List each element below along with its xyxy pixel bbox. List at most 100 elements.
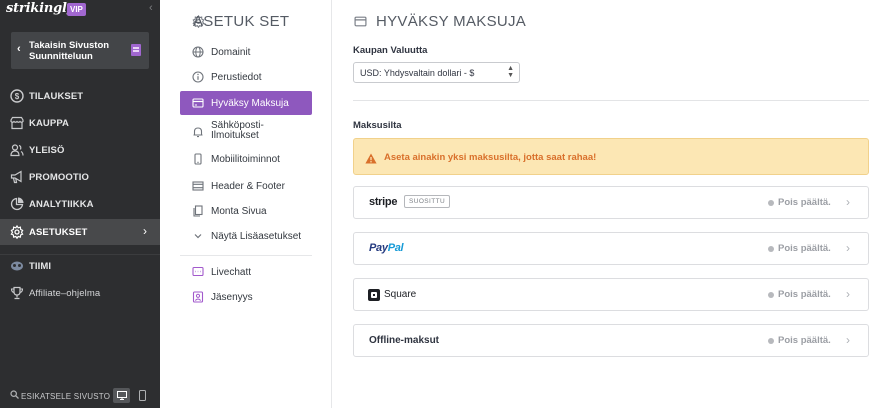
currency-select[interactable]: USD: Yhdysvaltain dollari - $ ▲ ▼ xyxy=(353,62,520,83)
settings-item-label: Hyväksy Maksuja xyxy=(211,98,289,109)
sidebar-item-label: YLEISÖ xyxy=(29,145,65,156)
status-text: Pois päältä. xyxy=(778,335,831,346)
sidebar-item-kauppa[interactable]: KAUPPA xyxy=(0,110,160,136)
sidebar-item-label: Affiliate–ohjelma xyxy=(29,288,101,299)
currency-label: Kaupan Valuutta xyxy=(353,45,428,56)
chevron-down-icon xyxy=(192,230,204,242)
chevron-right-icon: › xyxy=(846,287,850,301)
header-footer-icon xyxy=(192,180,204,192)
settings-item-label: Livechatt xyxy=(211,267,252,278)
sidebar-item-label: PROMOOTIO xyxy=(29,172,90,183)
member-icon xyxy=(192,291,204,303)
paypal-logo-part1: Pay xyxy=(369,242,388,254)
label-line-2: Ilmoitukset xyxy=(211,130,259,141)
gateways-label: Maksusilta xyxy=(353,120,402,131)
sidebar-item-analytiikka[interactable]: ANALYTIIKKA xyxy=(0,191,160,217)
sidebar-item-asetukset[interactable]: ASETUKSET › xyxy=(0,219,160,245)
sidebar-item-label: TILAUKSET xyxy=(29,91,84,102)
settings-nav: ASETUK SET Domainit Perustiedot Hyväksy … xyxy=(160,0,332,408)
sidebar-item-tiimi[interactable]: TIIMI xyxy=(0,253,160,279)
chat-icon xyxy=(192,266,204,278)
mobile-preview-icon[interactable] xyxy=(134,388,151,403)
sidebar-item-label: TIIMI xyxy=(29,261,52,272)
settings-item-label: Domainit xyxy=(211,47,251,58)
settings-item-monta-sivua[interactable]: Monta Sivua xyxy=(180,199,312,223)
provider-row-stripe[interactable]: stripe SUOSITTU Pois päältä. › xyxy=(353,186,869,219)
back-to-editor-button[interactable]: ‹ Takaisin Sivuston Suunnitteluun xyxy=(11,32,149,69)
sidebar-item-label: KAUPPA xyxy=(29,118,70,129)
settings-nav-divider xyxy=(180,255,312,256)
chevron-right-icon: › xyxy=(846,195,850,209)
settings-item-sahkoposti-ilmoitukset[interactable]: Sähköposti- Ilmoitukset xyxy=(180,120,312,144)
collapse-sidebar-icon[interactable]: ‹ xyxy=(149,2,153,14)
users-icon xyxy=(10,143,24,157)
page-icon xyxy=(131,44,141,56)
provider-row-paypal[interactable]: PayPal Pois päältä. › xyxy=(353,232,869,265)
status-text: Pois päältä. xyxy=(778,197,831,208)
sidebar-item-affiliate[interactable]: Affiliate–ohjelma xyxy=(0,280,160,306)
provider-row-offline[interactable]: Offline-maksut Pois päältä. › xyxy=(353,324,869,357)
status-dot xyxy=(768,246,774,252)
settings-title: ASETUK SET xyxy=(193,13,290,30)
status-dot xyxy=(768,200,774,206)
strikingly-logo[interactable]: strikingly xyxy=(6,1,74,16)
warning-alert: Aseta ainakin yksi maksusilta, jotta saa… xyxy=(353,138,869,175)
credit-card-icon xyxy=(354,15,367,33)
provider-row-square[interactable]: Square Pois päältä. › xyxy=(353,278,869,311)
dollar-circle-icon: $ xyxy=(10,89,24,103)
paypal-logo: PayPal xyxy=(369,242,404,254)
settings-item-label: Perustiedot xyxy=(211,72,262,83)
main-sidebar: strikingly VIP ‹ ‹ Takaisin Sivuston Suu… xyxy=(0,0,160,408)
sidebar-item-label: ANALYTIIKKA xyxy=(29,199,94,210)
alert-text: Aseta ainakin yksi maksusilta, jotta saa… xyxy=(384,152,597,163)
settings-item-jasenyys[interactable]: Jäsenyys xyxy=(180,285,312,309)
sidebar-item-promootio[interactable]: PROMOOTIO xyxy=(0,164,160,190)
section-divider xyxy=(353,100,869,101)
back-button-label: Takaisin Sivuston Suunnitteluun xyxy=(29,40,110,62)
credit-card-icon xyxy=(192,97,204,109)
status-text: Pois päältä. xyxy=(778,243,831,254)
settings-item-label: Sähköposti- Ilmoitukset xyxy=(211,121,264,141)
preview-site-link[interactable]: ESIKATSELE SIVUSTO xyxy=(21,392,110,401)
stripe-logo: stripe xyxy=(369,196,398,208)
chevron-left-icon: ‹ xyxy=(17,43,21,55)
warning-icon xyxy=(365,151,377,169)
settings-item-label: Monta Sivua xyxy=(211,206,267,217)
settings-item-label: Jäsenyys xyxy=(211,292,253,303)
bell-icon xyxy=(192,126,204,138)
settings-item-header-footer[interactable]: Header & Footer xyxy=(180,174,312,198)
settings-item-perustiedot[interactable]: Perustiedot xyxy=(180,65,312,89)
paypal-logo-part2: Pal xyxy=(387,242,404,254)
page-title: HYVÄKSY MAKSUJA xyxy=(376,13,527,30)
team-icon xyxy=(10,259,24,273)
offline-payments-label: Offline-maksut xyxy=(369,335,440,346)
show-more-settings-toggle[interactable]: Näytä Lisäasetukset xyxy=(180,224,312,248)
settings-item-label: Näytä Lisäasetukset xyxy=(211,231,302,242)
info-icon xyxy=(192,71,204,83)
search-icon xyxy=(10,390,19,402)
sidebar-item-yleiso[interactable]: YLEISÖ xyxy=(0,137,160,163)
settings-item-hyvaksy-maksuja[interactable]: Hyväksy Maksuja xyxy=(180,91,312,115)
status-dot xyxy=(768,292,774,298)
sidebar-item-label: ASETUKSET xyxy=(29,227,88,238)
preview-bar: ESIKATSELE SIVUSTO xyxy=(0,384,160,408)
settings-item-label: Header & Footer xyxy=(211,181,285,192)
square-logo-text: Square xyxy=(384,289,417,300)
pages-icon xyxy=(192,205,204,217)
store-icon xyxy=(10,116,24,130)
chevron-right-icon: › xyxy=(846,241,850,255)
settings-item-mobiilitoiminnot[interactable]: Mobiilitoiminnot xyxy=(180,147,312,171)
vip-badge: VIP xyxy=(67,3,86,16)
mobile-icon xyxy=(192,153,204,165)
select-caret-icon: ▲ ▼ xyxy=(507,65,514,79)
desktop-preview-icon[interactable] xyxy=(113,388,130,403)
currency-value: USD: Yhdysvaltain dollari - $ xyxy=(360,68,475,78)
square-logo-icon xyxy=(368,289,380,301)
status-text: Pois päältä. xyxy=(778,289,831,300)
payments-panel: HYVÄKSY MAKSUJA Kaupan Valuutta USD: Yhd… xyxy=(333,0,882,408)
megaphone-icon xyxy=(10,170,24,184)
settings-item-livechatt[interactable]: Livechatt xyxy=(180,260,312,284)
gear-icon xyxy=(10,225,24,239)
sidebar-item-tilaukset[interactable]: $ TILAUKSET xyxy=(0,83,160,109)
settings-item-domainit[interactable]: Domainit xyxy=(180,40,312,64)
